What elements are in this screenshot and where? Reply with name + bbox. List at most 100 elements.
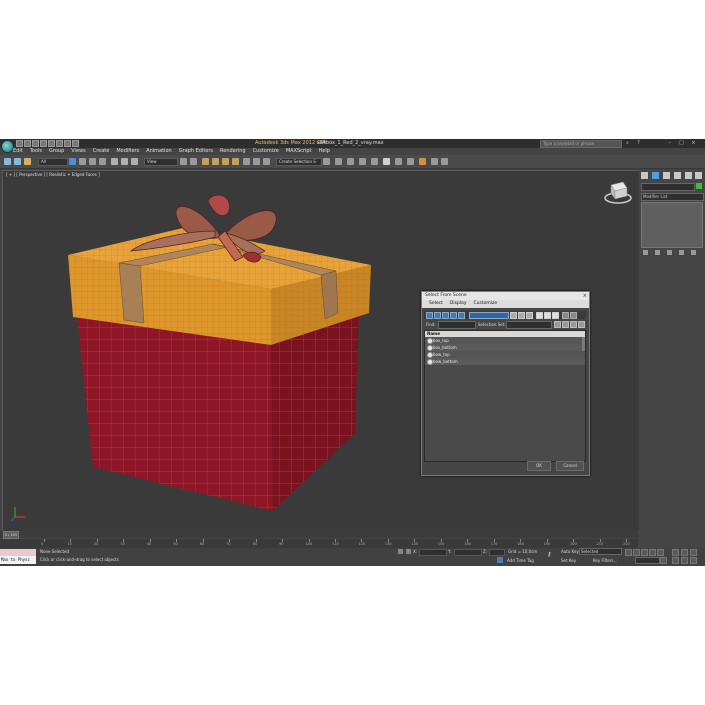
select-invert-icon[interactable]	[552, 312, 559, 319]
dialog-menu-customize[interactable]: Customize	[473, 300, 497, 308]
current-frame-field[interactable]	[635, 557, 660, 564]
minimize-icon[interactable]: –	[665, 140, 674, 146]
pan-view-icon[interactable]	[681, 557, 688, 564]
pin-stack-icon[interactable]	[643, 250, 648, 255]
activeshade-icon[interactable]	[441, 158, 448, 165]
display-geometry-icon[interactable]	[426, 312, 433, 319]
maximize-icon[interactable]: □	[677, 140, 686, 146]
display-lights-icon[interactable]	[442, 312, 449, 319]
hierarchy-tab-icon[interactable]	[663, 172, 670, 179]
remove-modifier-icon[interactable]	[679, 250, 684, 255]
object-color-swatch[interactable]	[696, 183, 702, 189]
display-tab-icon[interactable]	[685, 172, 692, 179]
graphite-toggle-icon[interactable]	[347, 158, 354, 165]
time-slider[interactable]: 0 / 225	[0, 531, 638, 539]
box-bottom[interactable]	[77, 311, 359, 511]
orbit-icon[interactable]	[690, 557, 697, 564]
maxscript-macro-recorder[interactable]	[0, 549, 36, 556]
go-to-start-icon[interactable]	[625, 549, 632, 556]
rectangular-region-icon[interactable]	[89, 158, 96, 165]
menu-rendering[interactable]: Rendering	[220, 148, 246, 155]
x-coordinate-field[interactable]	[419, 549, 447, 556]
configure-modifier-sets-icon[interactable]	[691, 250, 696, 255]
modify-tab-icon[interactable]	[652, 172, 659, 179]
window-crossing-icon[interactable]	[99, 158, 106, 165]
select-manipulate-icon[interactable]	[190, 158, 197, 165]
rotate-icon[interactable]	[121, 158, 128, 165]
list-scrollbar[interactable]	[582, 337, 585, 351]
show-end-result-icon[interactable]	[655, 250, 660, 255]
angle-snap-icon[interactable]	[212, 158, 219, 165]
maxscript-input[interactable]: Max to Physc	[0, 556, 36, 563]
time-tag-icon[interactable]	[497, 557, 503, 563]
menu-tools[interactable]: Tools	[30, 148, 42, 155]
selection-set-dropdown[interactable]	[506, 321, 552, 329]
fetch-icon[interactable]	[64, 140, 71, 147]
redo-icon[interactable]	[48, 140, 55, 147]
display-all-icon[interactable]	[510, 312, 517, 319]
named-selection-set-dropdown[interactable]: Create Selection S	[276, 158, 322, 166]
menu-maxscript[interactable]: MAXScript	[286, 148, 312, 155]
mirror-icon[interactable]	[253, 158, 260, 165]
display-filters-group[interactable]	[469, 312, 509, 319]
menu-animation[interactable]: Animation	[146, 148, 172, 155]
select-by-name-icon[interactable]	[79, 158, 86, 165]
zoom-icon[interactable]	[672, 549, 679, 556]
unlink-icon[interactable]	[14, 158, 21, 165]
open-file-icon[interactable]	[24, 140, 31, 147]
modifier-stack[interactable]	[641, 202, 703, 248]
next-frame-icon[interactable]	[649, 549, 656, 556]
schematic-view-icon[interactable]	[371, 158, 378, 165]
create-selection-set-icon[interactable]	[554, 321, 561, 328]
ok-button[interactable]: OK	[527, 461, 551, 471]
render-iterative-icon[interactable]	[431, 158, 438, 165]
motion-tab-icon[interactable]	[674, 172, 681, 179]
utilities-tab-icon[interactable]	[695, 172, 702, 179]
menu-views[interactable]: Views	[71, 148, 85, 155]
close-icon[interactable]: ×	[689, 140, 698, 146]
add-time-tag[interactable]: Add Time Tag	[507, 558, 534, 563]
cancel-button[interactable]: Cancel	[556, 461, 584, 471]
spinner-snap-icon[interactable]	[232, 158, 239, 165]
scale-icon[interactable]	[131, 158, 138, 165]
list-item[interactable]: bow_bottom	[425, 358, 585, 365]
key-filter-selected-dropdown[interactable]: Selected	[579, 548, 622, 555]
display-shapes-icon[interactable]	[434, 312, 441, 319]
link-icon[interactable]	[4, 158, 11, 165]
pivot-center-icon[interactable]	[180, 158, 187, 165]
z-coordinate-field[interactable]	[489, 549, 505, 556]
display-none-icon[interactable]	[518, 312, 525, 319]
zoom-all-icon[interactable]	[681, 549, 688, 556]
menu-help[interactable]: Help	[319, 148, 330, 155]
menu-graph-editors[interactable]: Graph Editors	[179, 148, 213, 155]
auto-key-button[interactable]: Auto Key	[561, 549, 579, 554]
project-folder-icon[interactable]	[72, 140, 79, 147]
modifier-list-dropdown[interactable]: Modifier List	[641, 193, 704, 201]
reference-coordinate-dropdown[interactable]: View	[144, 158, 178, 166]
select-all-icon[interactable]	[536, 312, 543, 319]
field-of-view-icon[interactable]	[672, 557, 679, 564]
edit-named-selection-icon[interactable]	[243, 158, 250, 165]
list-item[interactable]: box_top	[425, 337, 585, 344]
save-file-icon[interactable]	[32, 140, 39, 147]
search-icon[interactable]: ⌕	[623, 140, 632, 146]
search-input[interactable]: Type a keyword or phrase	[540, 140, 622, 148]
hold-icon[interactable]	[56, 140, 63, 147]
selection-filter-dropdown[interactable]: All	[38, 158, 68, 166]
zoom-extents-icon[interactable]	[690, 549, 697, 556]
key-icon[interactable]: ⚷	[547, 551, 555, 559]
play-icon[interactable]	[641, 549, 648, 556]
menu-edit[interactable]: Edit	[13, 148, 23, 155]
percent-snap-icon[interactable]	[222, 158, 229, 165]
select-object-icon[interactable]	[69, 158, 76, 165]
dialog-menu-select[interactable]: Select	[429, 300, 443, 308]
key-filters-button[interactable]: Key Filters...	[593, 558, 617, 563]
bind-spacewarp-icon[interactable]	[24, 158, 31, 165]
menu-group[interactable]: Group	[49, 148, 64, 155]
options-icon[interactable]	[578, 321, 585, 328]
mirror-tool-icon[interactable]	[323, 158, 330, 165]
undo-icon[interactable]	[40, 140, 47, 147]
perspective-viewport[interactable]: [ + ] [ Perspective ] [ Realistic + Edge…	[2, 170, 640, 532]
help-icon[interactable]: ?	[634, 140, 643, 146]
menu-customize[interactable]: Customize	[253, 148, 279, 155]
